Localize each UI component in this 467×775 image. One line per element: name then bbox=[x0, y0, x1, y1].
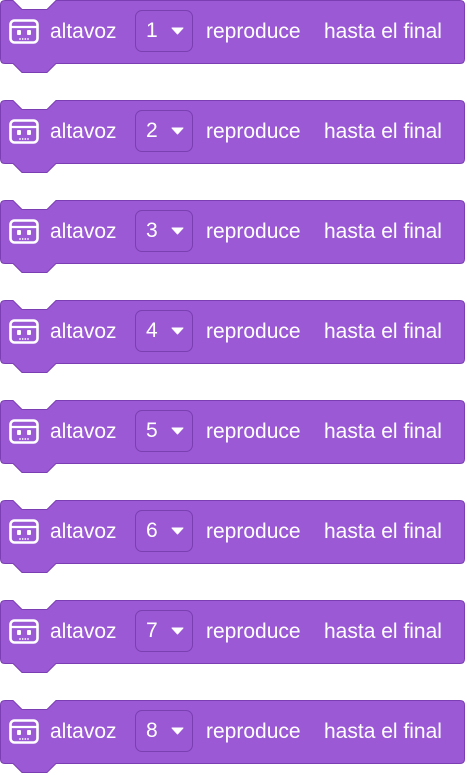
until-end-label: hasta el final bbox=[324, 120, 442, 143]
speaker-play-block-2[interactable]: altavoz 2 reproduce hasta el final bbox=[0, 100, 467, 175]
speaker-number-dropdown[interactable]: 2 bbox=[135, 110, 193, 152]
speaker-number-dropdown[interactable]: 6 bbox=[135, 510, 193, 552]
play-label: reproduce bbox=[206, 720, 301, 743]
play-label: reproduce bbox=[206, 320, 301, 343]
caret-down-icon bbox=[171, 727, 184, 735]
speaker-play-block-6[interactable]: altavoz 6 reproduce hasta el final bbox=[0, 500, 467, 575]
speaker-label: altavoz bbox=[50, 620, 117, 643]
speaker-number-dropdown[interactable]: 4 bbox=[135, 310, 193, 352]
caret-down-icon bbox=[171, 327, 184, 335]
robot-speaker-icon bbox=[9, 419, 39, 444]
speaker-play-block-7[interactable]: altavoz 7 reproduce hasta el final bbox=[0, 600, 467, 675]
speaker-number-value: 8 bbox=[146, 719, 158, 742]
speaker-number-dropdown[interactable]: 3 bbox=[135, 210, 193, 252]
caret-down-icon bbox=[171, 627, 184, 635]
speaker-label: altavoz bbox=[50, 120, 117, 143]
speaker-number-dropdown[interactable]: 1 bbox=[135, 10, 193, 52]
speaker-play-block-1[interactable]: altavoz 1 reproduce hasta el final bbox=[0, 0, 467, 75]
caret-down-icon bbox=[171, 27, 184, 35]
play-label: reproduce bbox=[206, 520, 301, 543]
robot-speaker-icon bbox=[9, 319, 39, 344]
play-label: reproduce bbox=[206, 120, 301, 143]
speaker-number-value: 1 bbox=[146, 19, 158, 42]
speaker-label: altavoz bbox=[50, 420, 117, 443]
speaker-number-dropdown[interactable]: 8 bbox=[135, 710, 193, 752]
until-end-label: hasta el final bbox=[324, 320, 442, 343]
robot-speaker-icon bbox=[9, 619, 39, 644]
until-end-label: hasta el final bbox=[324, 420, 442, 443]
speaker-number-value: 7 bbox=[146, 619, 158, 642]
until-end-label: hasta el final bbox=[324, 20, 442, 43]
until-end-label: hasta el final bbox=[324, 220, 442, 243]
speaker-label: altavoz bbox=[50, 220, 117, 243]
speaker-number-value: 4 bbox=[146, 319, 158, 342]
speaker-number-value: 5 bbox=[146, 419, 158, 442]
robot-speaker-icon bbox=[9, 719, 39, 744]
caret-down-icon bbox=[171, 127, 184, 135]
speaker-label: altavoz bbox=[50, 20, 117, 43]
speaker-number-value: 2 bbox=[146, 119, 158, 142]
speaker-label: altavoz bbox=[50, 720, 117, 743]
speaker-label: altavoz bbox=[50, 320, 117, 343]
speaker-label: altavoz bbox=[50, 520, 117, 543]
speaker-play-block-8[interactable]: altavoz 8 reproduce hasta el final bbox=[0, 700, 467, 775]
robot-speaker-icon bbox=[9, 119, 39, 144]
speaker-play-block-3[interactable]: altavoz 3 reproduce hasta el final bbox=[0, 200, 467, 275]
play-label: reproduce bbox=[206, 20, 301, 43]
play-label: reproduce bbox=[206, 420, 301, 443]
speaker-number-dropdown[interactable]: 5 bbox=[135, 410, 193, 452]
caret-down-icon bbox=[171, 227, 184, 235]
play-label: reproduce bbox=[206, 220, 301, 243]
speaker-number-dropdown[interactable]: 7 bbox=[135, 610, 193, 652]
until-end-label: hasta el final bbox=[324, 620, 442, 643]
caret-down-icon bbox=[171, 527, 184, 535]
speaker-number-value: 6 bbox=[146, 519, 158, 542]
play-label: reproduce bbox=[206, 620, 301, 643]
speaker-play-block-4[interactable]: altavoz 4 reproduce hasta el final bbox=[0, 300, 467, 375]
robot-speaker-icon bbox=[9, 19, 39, 44]
until-end-label: hasta el final bbox=[324, 720, 442, 743]
speaker-number-value: 3 bbox=[146, 219, 158, 242]
until-end-label: hasta el final bbox=[324, 520, 442, 543]
robot-speaker-icon bbox=[9, 219, 39, 244]
speaker-play-block-5[interactable]: altavoz 5 reproduce hasta el final bbox=[0, 400, 467, 475]
caret-down-icon bbox=[171, 427, 184, 435]
robot-speaker-icon bbox=[9, 519, 39, 544]
